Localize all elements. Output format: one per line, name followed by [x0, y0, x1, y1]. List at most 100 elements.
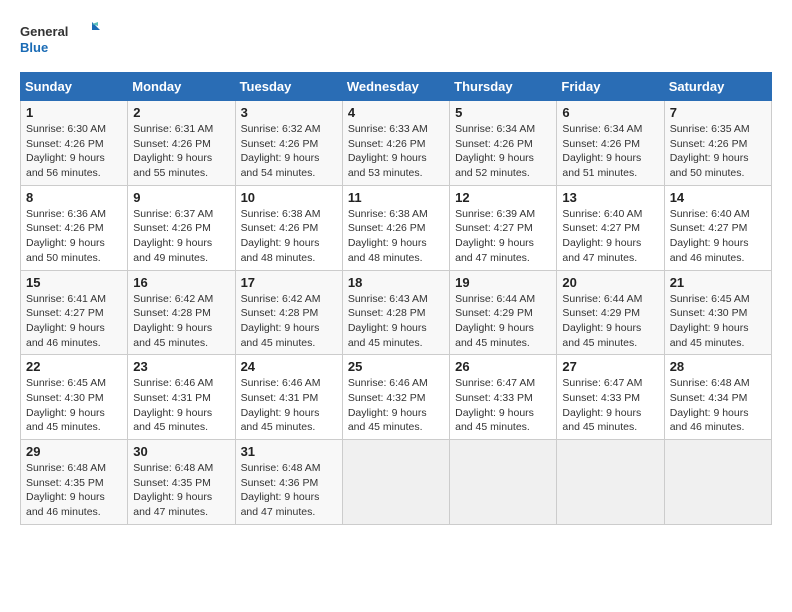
page-header: General Blue [20, 20, 772, 62]
day-cell: 8 Sunrise: 6:36 AMSunset: 4:26 PMDaylight… [21, 185, 128, 270]
day-cell [342, 440, 449, 525]
day-info: Sunrise: 6:46 AMSunset: 4:31 PMDaylight:… [241, 376, 337, 435]
day-info: Sunrise: 6:42 AMSunset: 4:28 PMDaylight:… [241, 292, 337, 351]
day-cell: 27 Sunrise: 6:47 AMSunset: 4:33 PMDayligh… [557, 355, 664, 440]
week-row-3: 15 Sunrise: 6:41 AMSunset: 4:27 PMDayligh… [21, 270, 772, 355]
day-number: 3 [241, 105, 337, 120]
day-cell: 16 Sunrise: 6:42 AMSunset: 4:28 PMDayligh… [128, 270, 235, 355]
day-info: Sunrise: 6:38 AMSunset: 4:26 PMDaylight:… [241, 207, 337, 266]
header-monday: Monday [128, 73, 235, 101]
day-info: Sunrise: 6:42 AMSunset: 4:28 PMDaylight:… [133, 292, 229, 351]
svg-text:General: General [20, 24, 68, 39]
day-cell: 23 Sunrise: 6:46 AMSunset: 4:31 PMDayligh… [128, 355, 235, 440]
day-info: Sunrise: 6:45 AMSunset: 4:30 PMDaylight:… [670, 292, 766, 351]
day-info: Sunrise: 6:34 AMSunset: 4:26 PMDaylight:… [455, 122, 551, 181]
day-number: 5 [455, 105, 551, 120]
day-number: 18 [348, 275, 444, 290]
day-cell [664, 440, 771, 525]
day-info: Sunrise: 6:47 AMSunset: 4:33 PMDaylight:… [455, 376, 551, 435]
day-cell: 13Sunrise: 6:40 AMSunset: 4:27 PMDayligh… [557, 185, 664, 270]
day-number: 8 [26, 190, 122, 205]
day-cell: 30 Sunrise: 6:48 AMSunset: 4:35 PMDayligh… [128, 440, 235, 525]
day-cell: 26Sunrise: 6:47 AMSunset: 4:33 PMDayligh… [450, 355, 557, 440]
day-number: 9 [133, 190, 229, 205]
week-row-1: 1Sunrise: 6:30 AMSunset: 4:26 PMDaylight… [21, 101, 772, 186]
header-thursday: Thursday [450, 73, 557, 101]
day-number: 11 [348, 190, 444, 205]
day-cell: 3 Sunrise: 6:32 AMSunset: 4:26 PMDaylight… [235, 101, 342, 186]
day-cell: 18 Sunrise: 6:43 AMSunset: 4:28 PMDayligh… [342, 270, 449, 355]
day-info: Sunrise: 6:35 AMSunset: 4:26 PMDaylight:… [670, 122, 766, 181]
day-number: 21 [670, 275, 766, 290]
day-info: Sunrise: 6:46 AMSunset: 4:31 PMDaylight:… [133, 376, 229, 435]
header-friday: Friday [557, 73, 664, 101]
day-number: 17 [241, 275, 337, 290]
day-cell: 25Sunrise: 6:46 AMSunset: 4:32 PMDayligh… [342, 355, 449, 440]
header-tuesday: Tuesday [235, 73, 342, 101]
header-wednesday: Wednesday [342, 73, 449, 101]
day-number: 16 [133, 275, 229, 290]
day-info: Sunrise: 6:37 AMSunset: 4:26 PMDaylight:… [133, 207, 229, 266]
week-row-2: 8 Sunrise: 6:36 AMSunset: 4:26 PMDaylight… [21, 185, 772, 270]
day-cell [450, 440, 557, 525]
day-info: Sunrise: 6:44 AMSunset: 4:29 PMDaylight:… [455, 292, 551, 351]
day-cell: 21 Sunrise: 6:45 AMSunset: 4:30 PMDayligh… [664, 270, 771, 355]
day-number: 23 [133, 359, 229, 374]
day-info: Sunrise: 6:48 AMSunset: 4:34 PMDaylight:… [670, 376, 766, 435]
day-info: Sunrise: 6:38 AMSunset: 4:26 PMDaylight:… [348, 207, 444, 266]
calendar-table: SundayMondayTuesdayWednesdayThursdayFrid… [20, 72, 772, 525]
day-cell: 14 Sunrise: 6:40 AMSunset: 4:27 PMDayligh… [664, 185, 771, 270]
day-cell: 7 Sunrise: 6:35 AMSunset: 4:26 PMDaylight… [664, 101, 771, 186]
day-info: Sunrise: 6:31 AMSunset: 4:26 PMDaylight:… [133, 122, 229, 181]
day-number: 7 [670, 105, 766, 120]
day-number: 30 [133, 444, 229, 459]
header-saturday: Saturday [664, 73, 771, 101]
day-info: Sunrise: 6:40 AMSunset: 4:27 PMDaylight:… [670, 207, 766, 266]
day-cell: 19 Sunrise: 6:44 AMSunset: 4:29 PMDayligh… [450, 270, 557, 355]
day-info: Sunrise: 6:36 AMSunset: 4:26 PMDaylight:… [26, 207, 122, 266]
day-cell: 31Sunrise: 6:48 AMSunset: 4:36 PMDayligh… [235, 440, 342, 525]
day-info: Sunrise: 6:43 AMSunset: 4:28 PMDaylight:… [348, 292, 444, 351]
day-number: 19 [455, 275, 551, 290]
day-cell: 5 Sunrise: 6:34 AMSunset: 4:26 PMDaylight… [450, 101, 557, 186]
day-number: 20 [562, 275, 658, 290]
day-number: 29 [26, 444, 122, 459]
day-info: Sunrise: 6:39 AMSunset: 4:27 PMDaylight:… [455, 207, 551, 266]
day-cell: 15 Sunrise: 6:41 AMSunset: 4:27 PMDayligh… [21, 270, 128, 355]
day-info: Sunrise: 6:44 AMSunset: 4:29 PMDaylight:… [562, 292, 658, 351]
day-number: 31 [241, 444, 337, 459]
day-number: 22 [26, 359, 122, 374]
logo-svg: General Blue [20, 20, 100, 62]
day-info: Sunrise: 6:48 AMSunset: 4:35 PMDaylight:… [26, 461, 122, 520]
day-number: 24 [241, 359, 337, 374]
day-info: Sunrise: 6:33 AMSunset: 4:26 PMDaylight:… [348, 122, 444, 181]
day-info: Sunrise: 6:34 AMSunset: 4:26 PMDaylight:… [562, 122, 658, 181]
day-number: 28 [670, 359, 766, 374]
day-number: 14 [670, 190, 766, 205]
day-number: 6 [562, 105, 658, 120]
day-number: 12 [455, 190, 551, 205]
day-info: Sunrise: 6:41 AMSunset: 4:27 PMDaylight:… [26, 292, 122, 351]
day-cell: 1Sunrise: 6:30 AMSunset: 4:26 PMDaylight… [21, 101, 128, 186]
svg-text:Blue: Blue [20, 40, 48, 55]
day-number: 27 [562, 359, 658, 374]
day-cell: 22 Sunrise: 6:45 AMSunset: 4:30 PMDayligh… [21, 355, 128, 440]
day-cell: 10 Sunrise: 6:38 AMSunset: 4:26 PMDayligh… [235, 185, 342, 270]
day-info: Sunrise: 6:47 AMSunset: 4:33 PMDaylight:… [562, 376, 658, 435]
day-number: 13 [562, 190, 658, 205]
day-number: 15 [26, 275, 122, 290]
day-number: 10 [241, 190, 337, 205]
day-cell: 4Sunrise: 6:33 AMSunset: 4:26 PMDaylight… [342, 101, 449, 186]
day-info: Sunrise: 6:45 AMSunset: 4:30 PMDaylight:… [26, 376, 122, 435]
week-row-5: 29 Sunrise: 6:48 AMSunset: 4:35 PMDayligh… [21, 440, 772, 525]
day-cell [557, 440, 664, 525]
day-cell: 11 Sunrise: 6:38 AMSunset: 4:26 PMDayligh… [342, 185, 449, 270]
header-sunday: Sunday [21, 73, 128, 101]
day-cell: 20 Sunrise: 6:44 AMSunset: 4:29 PMDayligh… [557, 270, 664, 355]
day-cell: 12 Sunrise: 6:39 AMSunset: 4:27 PMDayligh… [450, 185, 557, 270]
day-info: Sunrise: 6:48 AMSunset: 4:35 PMDaylight:… [133, 461, 229, 520]
day-info: Sunrise: 6:32 AMSunset: 4:26 PMDaylight:… [241, 122, 337, 181]
day-info: Sunrise: 6:30 AMSunset: 4:26 PMDaylight:… [26, 122, 122, 181]
calendar-header-row: SundayMondayTuesdayWednesdayThursdayFrid… [21, 73, 772, 101]
day-cell: 9 Sunrise: 6:37 AMSunset: 4:26 PMDaylight… [128, 185, 235, 270]
